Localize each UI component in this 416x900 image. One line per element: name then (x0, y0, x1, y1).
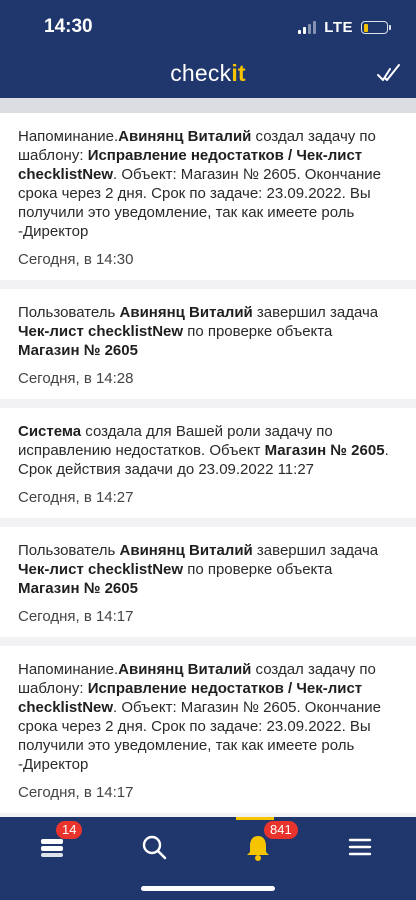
notification-item[interactable]: Пользователь Авинянц Виталий завершил за… (0, 527, 416, 637)
notification-time: Сегодня, в 14:28 (18, 370, 134, 387)
notification-text: Напоминание. (18, 128, 119, 145)
tab-search[interactable] (138, 831, 178, 863)
mark-all-read-button[interactable] (376, 60, 402, 86)
bottom-tab-bar: 14 841 (0, 817, 416, 900)
notification-highlight: Чек-лист checklistNew (18, 561, 184, 578)
notification-text: Пользователь (18, 542, 120, 559)
battery-icon (361, 21, 391, 34)
double-check-icon (377, 64, 400, 81)
notification-highlight: Магазин № 2605 (18, 342, 138, 359)
app-logo: checkit (0, 60, 416, 87)
menu-icon (348, 838, 372, 856)
notification-text: по проверке объекта (183, 561, 333, 578)
notification-highlight: Авинянц Виталий (119, 542, 253, 559)
logo-prefix: check (170, 60, 232, 86)
notification-text: завершил задача (252, 542, 379, 559)
notification-message: Система создала для Вашей роли задачу по… (18, 422, 396, 479)
notification-highlight: Магазин № 2605 (18, 580, 138, 597)
notification-item[interactable]: Напоминание.Авинянц Виталий создал задач… (0, 113, 416, 280)
notifications-badge: 841 (264, 821, 298, 839)
notification-message: Напоминание.Авинянц Виталий создал задач… (18, 660, 396, 774)
network-type: LTE (324, 19, 353, 36)
notification-highlight: Магазин № 2605 (264, 442, 385, 459)
notification-highlight: Авинянц Виталий (118, 661, 252, 678)
status-time: 14:30 (44, 16, 93, 37)
pull-refresh-area (0, 98, 416, 113)
active-tab-indicator (236, 817, 274, 820)
app-header: 14:30 LTE checkit (0, 0, 416, 98)
tasks-badge: 14 (56, 821, 83, 839)
notification-item[interactable]: Напоминание.Авинянц Виталий создал задач… (0, 646, 416, 813)
tab-notifications[interactable]: 841 (242, 821, 298, 863)
notification-highlight: Авинянц Виталий (118, 128, 252, 145)
notification-highlight: Чек-лист checklistNew (18, 323, 184, 340)
tab-menu[interactable] (344, 831, 384, 863)
notification-message: Пользователь Авинянц Виталий завершил за… (18, 303, 396, 360)
notification-highlight: Авинянц Виталий (119, 304, 253, 321)
notification-time: Сегодня, в 14:17 (18, 608, 134, 625)
status-indicators: LTE (298, 19, 391, 36)
notification-message: Напоминание.Авинянц Виталий создал задач… (18, 127, 396, 241)
search-icon (142, 835, 167, 860)
notification-time: Сегодня, в 14:17 (18, 784, 134, 801)
notification-text: Пользователь (18, 304, 120, 321)
notification-highlight: Система (18, 423, 82, 440)
notification-time: Сегодня, в 14:27 (18, 489, 134, 506)
signal-icon (298, 21, 317, 34)
notification-item[interactable]: Система создала для Вашей роли задачу по… (0, 408, 416, 518)
notification-list[interactable]: Напоминание.Авинянц Виталий создал задач… (0, 113, 416, 817)
notification-item[interactable]: Пользователь Авинянц Виталий завершил за… (0, 289, 416, 399)
tab-tasks[interactable]: 14 (36, 821, 83, 863)
notification-text: завершил задача (252, 304, 379, 321)
notification-time: Сегодня, в 14:30 (18, 251, 134, 268)
notification-message: Пользователь Авинянц Виталий завершил за… (18, 541, 396, 598)
logo-suffix: it (231, 60, 246, 86)
home-indicator (141, 886, 275, 891)
notification-text: Напоминание. (18, 661, 119, 678)
notification-text: по проверке объекта (183, 323, 333, 340)
